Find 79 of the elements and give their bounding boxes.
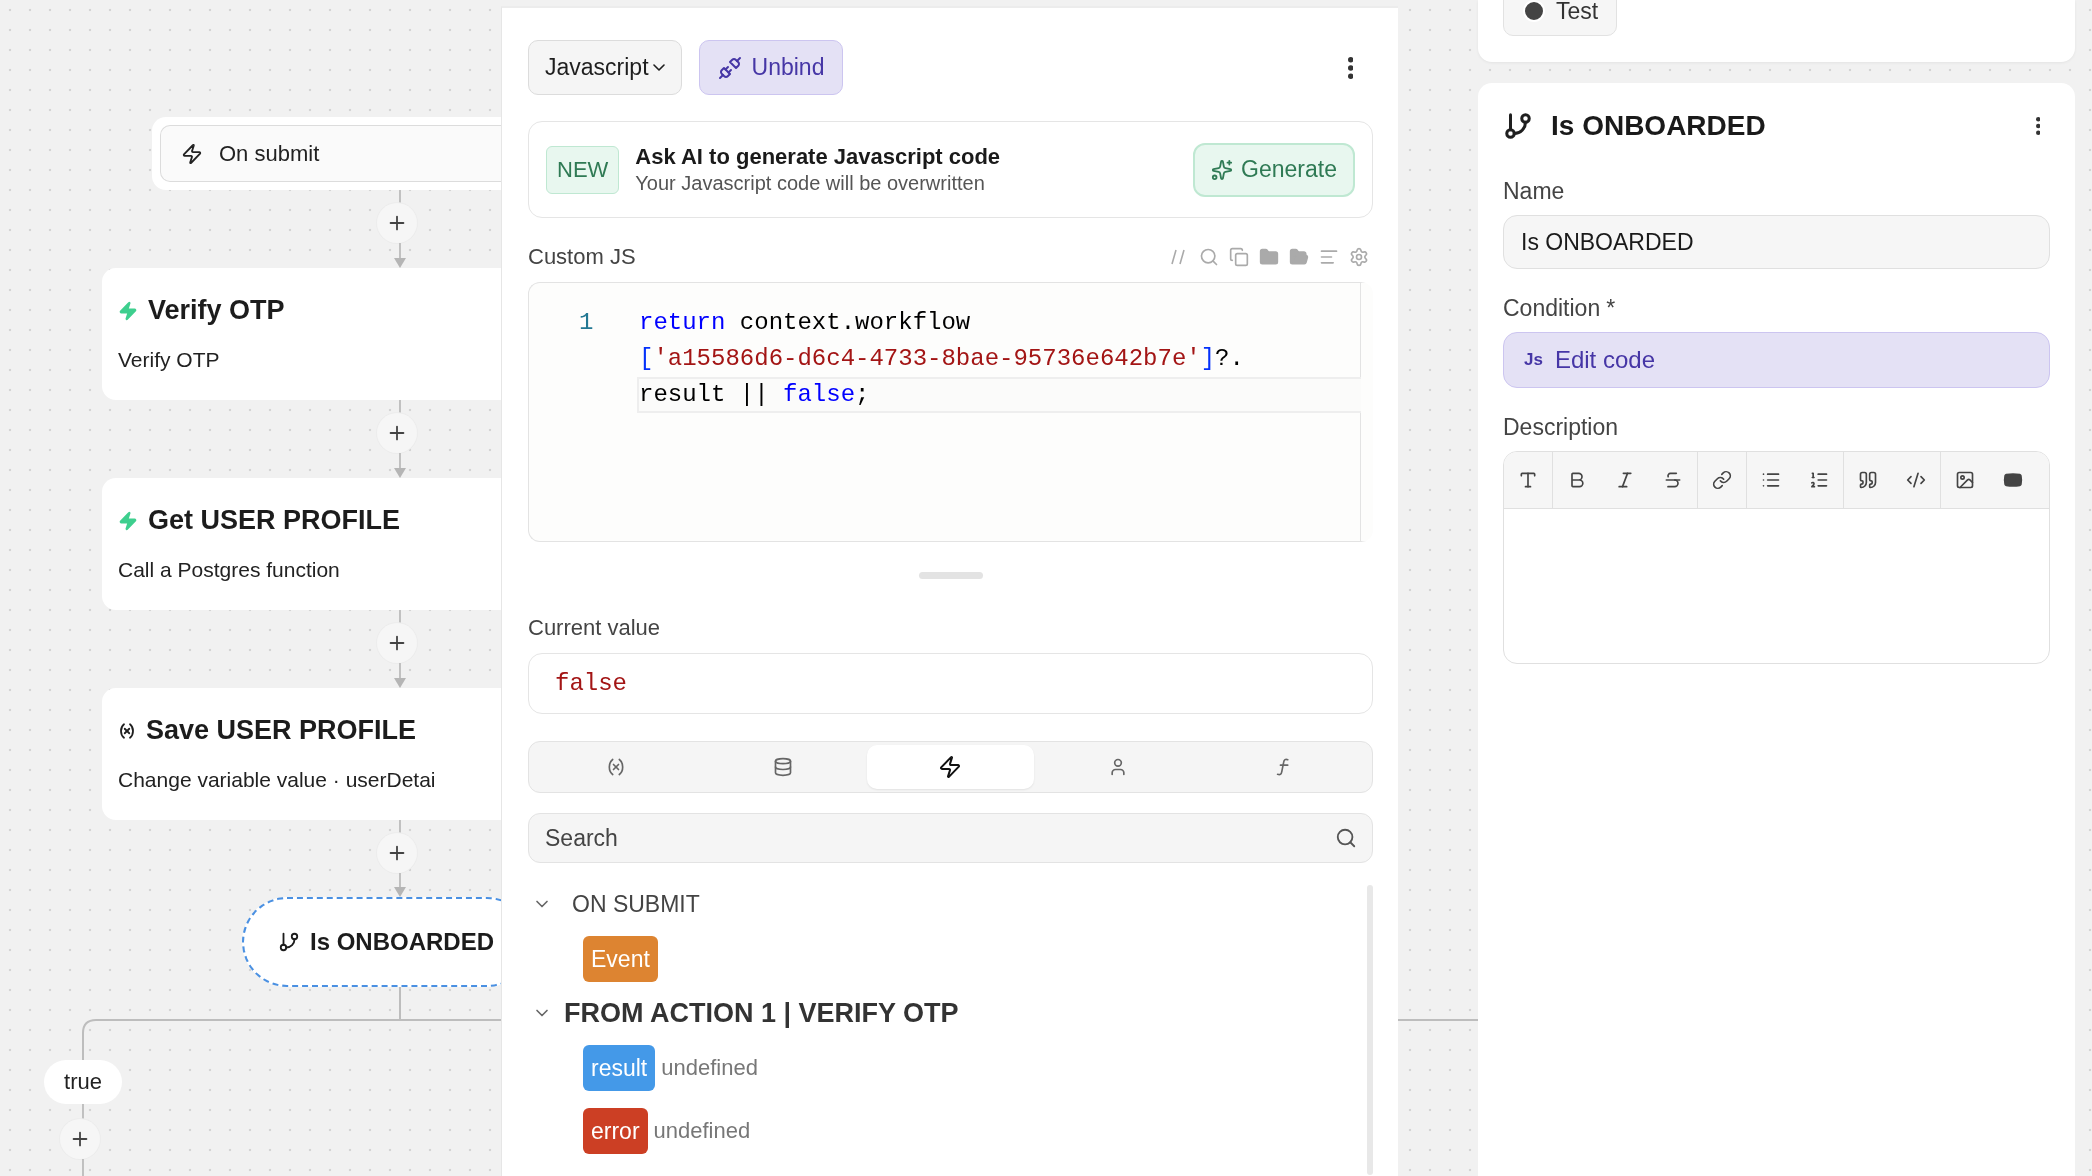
link-icon — [1712, 470, 1732, 490]
node-title: Save USER PROFILE — [146, 715, 417, 746]
action-node[interactable]: Save USER PROFILE Change variable value · userDetai — [102, 688, 501, 820]
unbind-button[interactable]: Unbind — [698, 40, 844, 95]
variable-value: undefined — [661, 1055, 758, 1081]
connector-arrow — [394, 453, 406, 478]
search-field[interactable]: Search — [528, 813, 1373, 863]
current-value-label: Current value — [528, 615, 661, 641]
field-label: Name — [1503, 178, 1565, 205]
search-icon — [1335, 827, 1357, 849]
ai-subtitle: Your Javascript code will be overwritten — [635, 172, 986, 195]
code-label: Custom JS — [528, 244, 636, 270]
text-style-icon — [1518, 470, 1538, 490]
folder-icon[interactable] — [1289, 247, 1309, 267]
language-dropdown[interactable]: Javascript — [528, 40, 682, 95]
required-mark: * — [1606, 295, 1616, 322]
sparkle-icon — [1211, 158, 1234, 181]
database-icon — [773, 757, 794, 777]
more-menu-button[interactable] — [2035, 117, 2040, 135]
action-node[interactable]: Get USER PROFILE Call a Postgres function — [102, 478, 501, 610]
trigger-node[interactable]: On submit — [160, 125, 501, 182]
variable-tag[interactable]: error — [583, 1108, 648, 1154]
add-step-button[interactable] — [377, 833, 417, 873]
generate-button[interactable]: Generate — [1193, 142, 1355, 197]
branch-label: true — [44, 1060, 122, 1104]
node-subtitle: Change variable value · userDetai — [118, 768, 437, 792]
connector-arrow — [394, 243, 406, 268]
add-step-button[interactable] — [377, 203, 417, 243]
connector-arrow — [394, 873, 406, 897]
variable-icon — [118, 721, 136, 740]
kebab-icon — [1347, 56, 1353, 79]
branch-icon — [1503, 111, 1533, 141]
new-badge: NEW — [546, 145, 620, 194]
node-subtitle: Call a Postgres function — [118, 558, 341, 582]
field-label: Condition — [1503, 295, 1601, 322]
unplug-icon — [717, 55, 742, 80]
image-icon — [1955, 470, 1975, 490]
node-title: Verify OTP — [148, 295, 285, 326]
current-value-field: false — [528, 653, 1373, 714]
chevron-icon — [652, 64, 665, 71]
connector-arrow — [394, 663, 406, 688]
node-subtitle: Verify OTP — [118, 348, 221, 372]
name-field[interactable]: Is ONBOARDED — [1503, 215, 2050, 269]
settings-icon[interactable] — [1349, 247, 1369, 267]
add-step-button[interactable] — [60, 1119, 100, 1159]
field-label: Description — [1503, 414, 1619, 441]
strikethrough-icon — [1663, 470, 1683, 490]
lightning-icon — [118, 510, 138, 531]
italic-icon — [1615, 470, 1635, 490]
variable-value: undefined — [653, 1118, 751, 1144]
lightning-icon — [938, 755, 963, 779]
edit-code-button[interactable]: Js Edit code — [1503, 332, 2050, 388]
group-title[interactable]: ON SUBMIT — [572, 890, 700, 918]
test-button[interactable]: Test — [1503, 0, 1618, 36]
more-menu-button[interactable] — [1347, 56, 1353, 79]
line-number: 1 — [578, 308, 595, 338]
folder-icon[interactable] — [1259, 247, 1279, 267]
condition-node[interactable]: Is ONBOARDED — [242, 897, 501, 987]
quote-icon — [1858, 470, 1878, 490]
branch-icon — [278, 931, 300, 953]
code-line: ['a15586d6-d6c4-4733-8bae-95736e642b7e']?. — [638, 344, 1245, 374]
lightning-icon — [181, 142, 203, 165]
bullet-list-icon — [1761, 470, 1781, 490]
numbered-list-icon — [1809, 470, 1829, 490]
copy-icon[interactable] — [1229, 247, 1249, 267]
code-icon — [1906, 470, 1926, 490]
panel-title: Is ONBOARDED — [1551, 110, 1766, 142]
format-icon[interactable] — [1319, 247, 1339, 267]
code-line: return context.workflow — [638, 308, 972, 338]
group-title[interactable]: FROM ACTION 1 | VERIFY OTP — [564, 997, 959, 1029]
add-step-button[interactable] — [377, 623, 417, 663]
ai-title: Ask AI to generate Javascript code — [635, 144, 1001, 170]
add-step-button[interactable] — [377, 413, 417, 453]
kebab-icon — [2035, 117, 2040, 135]
node-title: Get USER PROFILE — [148, 505, 401, 536]
lightning-icon — [118, 300, 138, 321]
resize-handle[interactable] — [918, 572, 983, 579]
search-icon[interactable] — [1199, 247, 1219, 267]
action-node[interactable]: Verify OTP Verify OTP — [102, 268, 501, 400]
